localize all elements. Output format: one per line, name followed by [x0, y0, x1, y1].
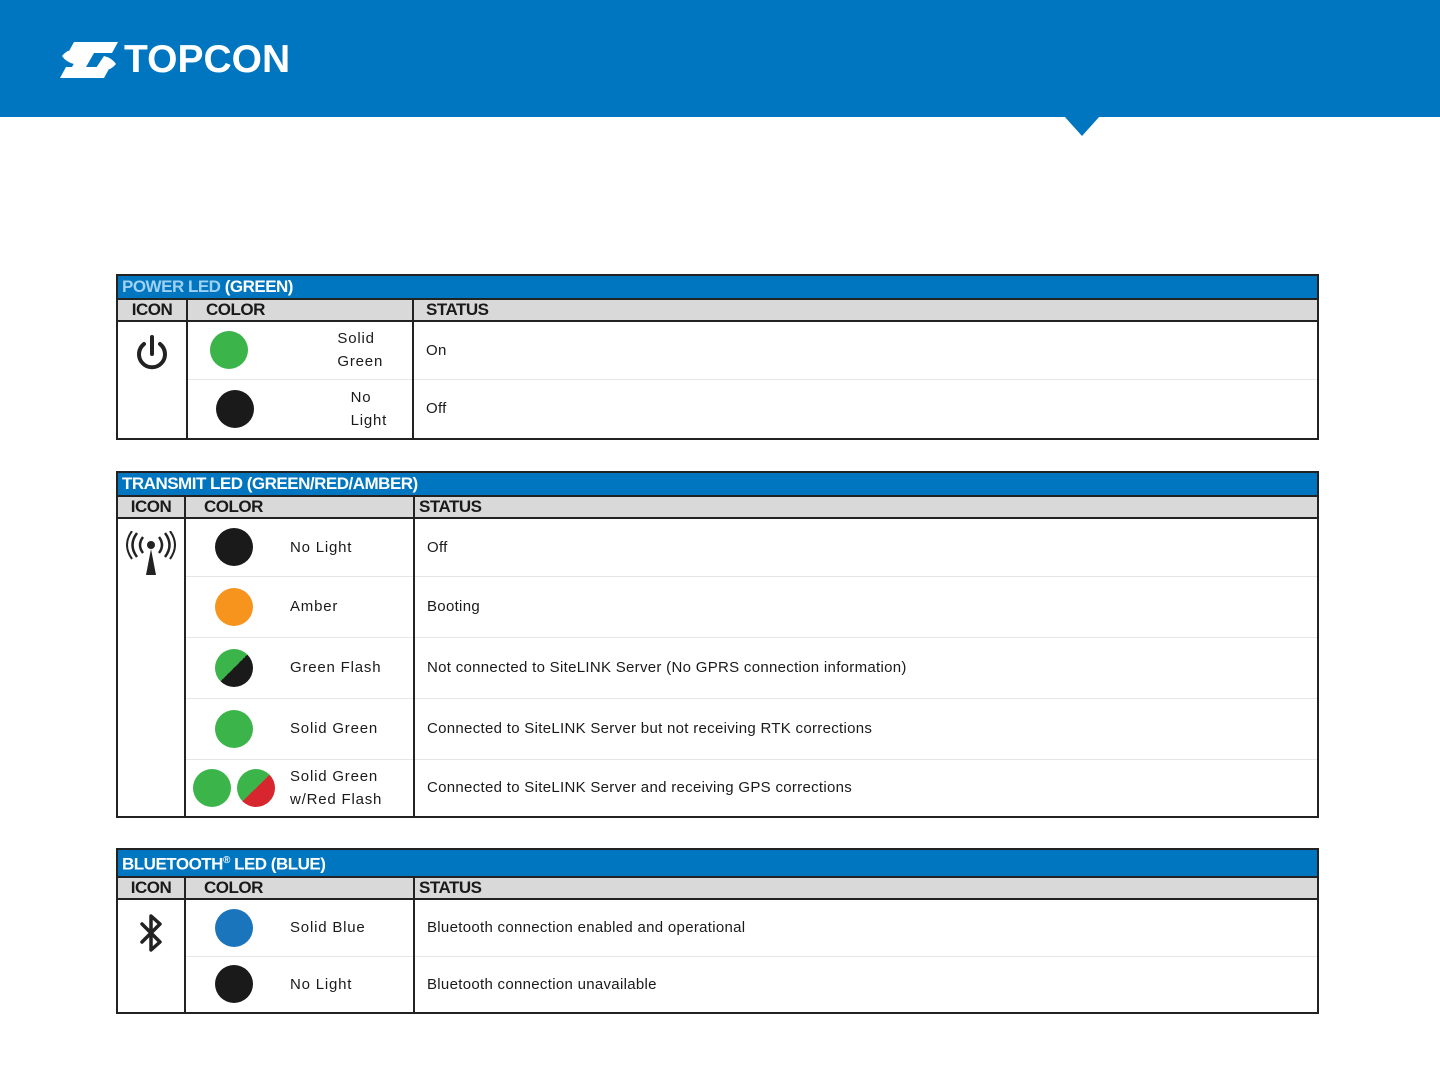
color-cell: Solid Green w/Red Flash — [185, 759, 415, 818]
color-cell: No Light — [185, 956, 415, 1014]
status-cell: Not connected to SiteLINK Server (No GPR… — [414, 637, 1320, 699]
table-row: Amber Booting — [117, 576, 1320, 638]
table-row: Green Flash Not connected to SiteLINK Se… — [117, 637, 1320, 699]
status-column-header: STATUS — [414, 875, 1319, 900]
color-cell: Solid Green — [185, 698, 415, 760]
green-led-dot — [215, 709, 253, 748]
color-cell: Green Flash — [185, 637, 415, 699]
color-column-header: COLOR — [187, 298, 414, 322]
table-row: No Light Bluetooth connection unavailabl… — [117, 956, 1319, 1014]
transmit-table-title: TRANSMIT LED (GREEN/RED/AMBER) — [115, 471, 1320, 496]
header-bar: TOPCON — [0, 0, 1440, 117]
icon-column-header: ICON — [116, 495, 186, 519]
status-cell: Booting — [414, 576, 1320, 638]
antenna-icon — [126, 531, 176, 575]
topcon-logo: TOPCON — [60, 40, 290, 80]
green-flash-led-dot — [215, 648, 253, 687]
status-cell: Off — [413, 379, 1320, 440]
bluetooth-led-table: BLUETOOTH® LED (BLUE) ICON COLOR STATUS … — [116, 848, 1319, 1014]
status-column-header: STATUS — [414, 495, 1320, 519]
color-column-header: COLOR — [185, 495, 415, 519]
status-cell: Connected to SiteLINK Server and receivi… — [414, 759, 1320, 818]
color-cell: Solid Blue — [185, 898, 415, 958]
no-light-dot — [215, 965, 253, 1004]
amber-led-dot — [215, 587, 253, 626]
icon-column-header: ICON — [116, 298, 188, 322]
topcon-logo-icon — [60, 42, 118, 78]
table-row: Solid Green On — [116, 321, 1320, 440]
transmit-icon-cell — [116, 518, 186, 818]
bluetooth-icon — [140, 913, 162, 952]
status-cell: Bluetooth connection unavailable — [414, 956, 1319, 1014]
table-row: Solid Blue Bluetooth connection enabled … — [116, 898, 1319, 1014]
red-flash-led-dot — [237, 768, 275, 807]
color-cell: Solid Green — [187, 321, 414, 380]
power-led-table: POWER LED (GREEN) ICON COLOR STATUS Soli… — [115, 274, 1320, 440]
no-light-dot — [215, 528, 253, 567]
blue-led-dot — [215, 908, 253, 947]
header-notch — [1064, 116, 1100, 136]
power-table-title: POWER LED (GREEN) — [115, 274, 1320, 299]
table-row: No Light Off — [116, 518, 1320, 818]
brand-name: TOPCON — [124, 38, 291, 81]
status-cell: Bluetooth connection enabled and operati… — [414, 898, 1319, 958]
green-led-dot — [193, 768, 231, 807]
green-led-dot — [209, 331, 248, 370]
color-column-header: COLOR — [185, 875, 415, 900]
table-row: Solid Green w/Red Flash Connected to Sit… — [117, 759, 1320, 818]
color-cell: No Light — [187, 379, 414, 440]
no-light-dot — [216, 389, 255, 428]
icon-column-header: ICON — [116, 875, 186, 900]
status-cell: Connected to SiteLINK Server but not rec… — [414, 698, 1320, 760]
status-column-header: STATUS — [413, 298, 1320, 322]
power-icon — [137, 335, 167, 370]
table-row: No Light Off — [117, 379, 1320, 440]
status-cell: Off — [414, 518, 1320, 577]
color-cell: Amber — [185, 576, 415, 638]
power-icon-cell — [116, 321, 188, 440]
transmit-led-table: TRANSMIT LED (GREEN/RED/AMBER) ICON COLO… — [115, 471, 1320, 818]
bluetooth-table-title: BLUETOOTH® LED (BLUE) — [116, 848, 1319, 877]
table-row: Solid Green Connected to SiteLINK Server… — [117, 698, 1320, 760]
bluetooth-icon-cell — [116, 898, 186, 1014]
color-cell: No Light — [185, 518, 415, 577]
status-cell: On — [413, 321, 1320, 380]
